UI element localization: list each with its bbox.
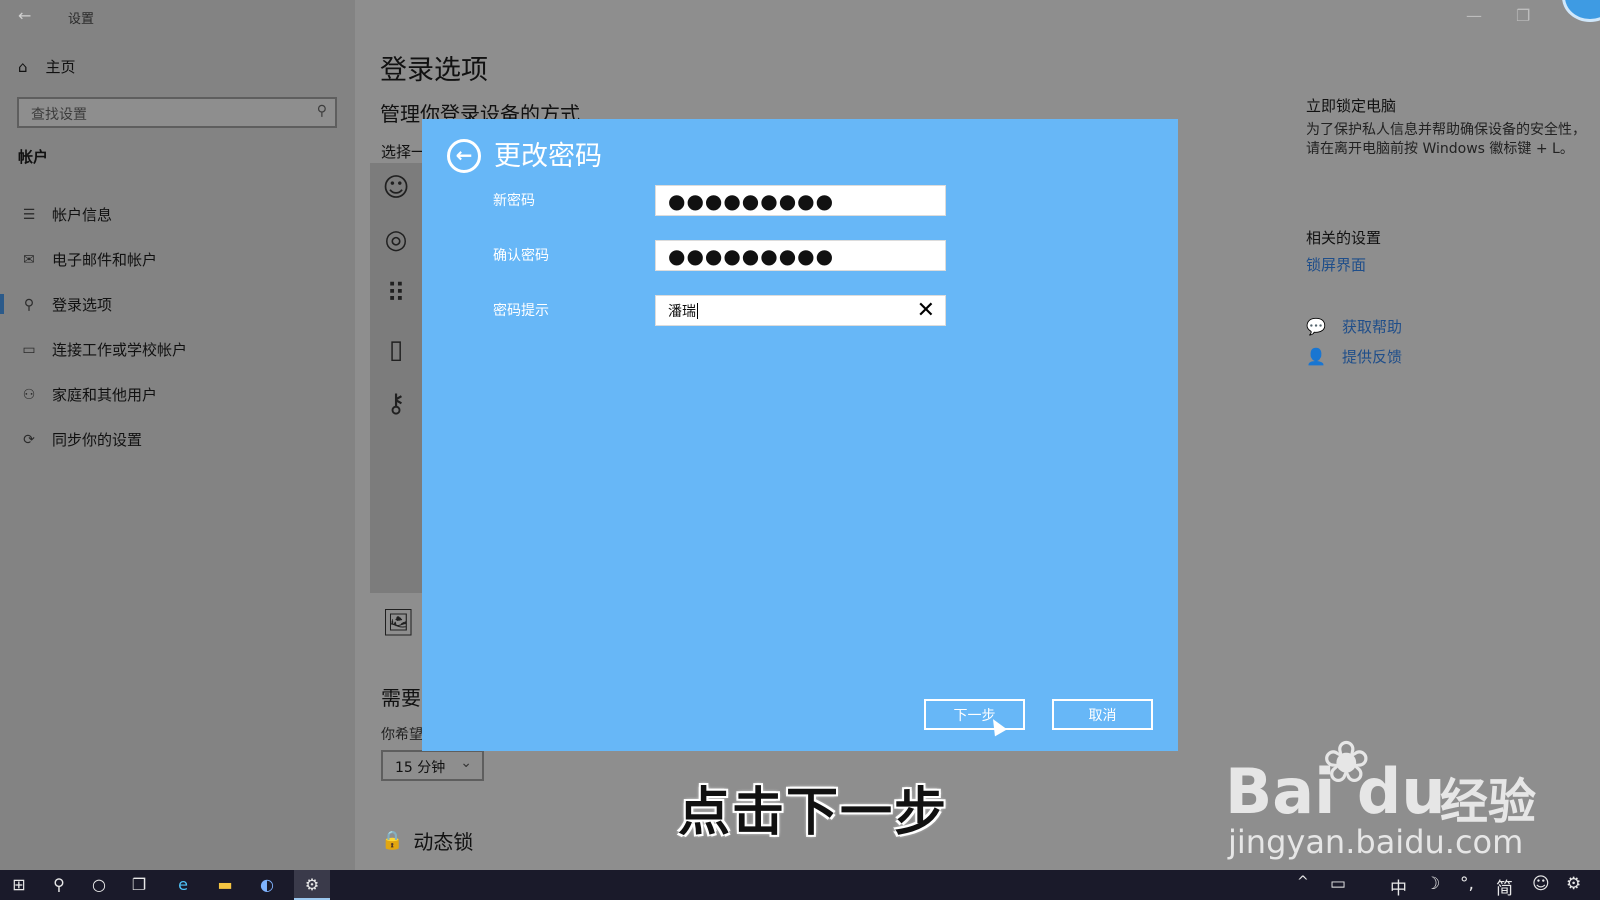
search-icon[interactable]: ⚲ xyxy=(317,103,327,119)
start-icon[interactable]: ⊞ xyxy=(4,873,34,897)
password-key-icon[interactable]: ⚷ xyxy=(370,389,422,419)
sidebar-item-email[interactable]: ✉ 电子邮件和帐户 xyxy=(0,237,355,282)
sidebar-item-sync[interactable]: ⟳ 同步你的设置 xyxy=(0,417,355,462)
clear-icon[interactable]: ✕ xyxy=(917,298,935,323)
confirm-password-label: 确认密码 xyxy=(493,248,549,264)
watermark-url: jingyan.baidu.com xyxy=(1228,823,1524,861)
ime-mode-icon[interactable]: 简 xyxy=(1496,874,1513,899)
baidu-paw-icon: ❀ xyxy=(1322,728,1371,796)
key-icon: ⚲ xyxy=(23,296,35,313)
get-help-link[interactable]: 💬 获取帮助 xyxy=(1306,316,1402,337)
new-password-field[interactable]: ●●●●●●●●● xyxy=(655,185,946,216)
search-placeholder: 查找设置 xyxy=(31,107,87,123)
edge-icon[interactable]: e xyxy=(168,873,198,897)
lockscreen-link[interactable]: 锁屏界面 xyxy=(1306,254,1366,275)
timeout-dropdown[interactable]: 15 分钟 ⌄ xyxy=(381,750,484,781)
feedback-label: 提供反馈 xyxy=(1342,348,1403,366)
tray-gear-icon[interactable]: ⚙ xyxy=(1566,874,1581,894)
dynamic-lock-heading: 🔒 动态锁 xyxy=(381,826,473,855)
dialog-title: 更改密码 xyxy=(494,141,602,172)
sidebar-item-label: 连接工作或学校帐户 xyxy=(52,341,188,359)
text-caret xyxy=(697,302,698,319)
search-icon[interactable]: ⚲ xyxy=(44,873,74,897)
sidebar-item-account-info[interactable]: ☰ 帐户信息 xyxy=(0,192,355,237)
feedback-link[interactable]: 👤 提供反馈 xyxy=(1306,346,1402,367)
back-arrow-icon[interactable]: ← xyxy=(18,6,31,25)
punctuation-icon[interactable]: °, xyxy=(1460,874,1474,894)
briefcase-icon: ▭ xyxy=(22,341,36,358)
minimize-button[interactable]: — xyxy=(1466,6,1482,25)
sidebar-item-label: 家庭和其他用户 xyxy=(52,386,158,404)
dynamic-lock-label: 动态锁 xyxy=(413,830,474,854)
page-title: 登录选项 xyxy=(380,55,488,86)
taskbar: ⊞ ⚲ ○ ❐ e ▬ ◐ ⚙ ^ ▭ 中 ☽ °, 简 ☺ ⚙ xyxy=(0,870,1600,900)
account-info-icon: ☰ xyxy=(22,206,36,223)
confirm-password-field[interactable]: ●●●●●●●●● xyxy=(655,240,946,271)
feedback-icon: 👤 xyxy=(1306,347,1326,366)
picture-password-icon[interactable]: 🖼 xyxy=(382,608,415,638)
chevron-down-icon: ⌄ xyxy=(460,755,472,771)
jingyan-watermark: 经验 xyxy=(1440,774,1537,830)
sidebar-item-label: 登录选项 xyxy=(52,296,113,314)
face-icon[interactable]: ☺ xyxy=(370,173,422,203)
sidebar-nav: ☰ 帐户信息 ✉ 电子邮件和帐户 ⚲ 登录选项 ▭ 连接工作或学校帐户 ⚇ 家庭… xyxy=(0,192,355,462)
task-view-icon[interactable]: ❐ xyxy=(124,873,154,897)
password-hint-label: 密码提示 xyxy=(493,303,549,319)
tutorial-caption: 点击下一步 xyxy=(678,783,949,843)
battery-icon[interactable]: ▭ xyxy=(1330,874,1346,894)
sidebar-home[interactable]: ⌂ 主页 xyxy=(18,56,76,77)
next-button[interactable]: 下一步 xyxy=(924,699,1025,730)
confirm-password-value: ●●●●●●●●● xyxy=(668,243,835,268)
require-signin-desc: 你希望 xyxy=(381,727,423,743)
select-label: 选择一 xyxy=(381,143,427,161)
window-title: 设置 xyxy=(68,12,95,27)
sync-icon: ⟳ xyxy=(23,431,35,448)
person-icon: ⚇ xyxy=(22,386,36,403)
mail-icon: ✉ xyxy=(23,251,35,268)
sidebar-section-title: 帐户 xyxy=(18,148,49,166)
settings-app-icon[interactable]: ⚙ xyxy=(297,873,327,897)
new-password-label: 新密码 xyxy=(493,193,535,209)
tray-chevron-icon[interactable]: ^ xyxy=(1297,874,1309,890)
related-settings-title: 相关的设置 xyxy=(1306,229,1382,247)
home-icon: ⌂ xyxy=(18,57,28,76)
lock-pc-title: 立即锁定电脑 xyxy=(1306,97,1397,115)
cancel-button[interactable]: 取消 xyxy=(1052,699,1153,730)
search-input[interactable]: 查找设置 ⚲ xyxy=(17,97,337,128)
sidebar-item-label: 电子邮件和帐户 xyxy=(52,251,158,269)
change-password-dialog: ← 更改密码 新密码 ●●●●●●●●● 确认密码 ●●●●●●●●● 密码提示… xyxy=(422,119,1178,751)
fingerprint-icon[interactable]: ◎ xyxy=(370,225,422,255)
sidebar-item-family[interactable]: ⚇ 家庭和其他用户 xyxy=(0,372,355,417)
sidebar-home-label: 主页 xyxy=(45,58,76,76)
new-password-value: ●●●●●●●●● xyxy=(668,188,835,213)
require-signin-heading: 需要 xyxy=(381,686,421,710)
emoji-icon[interactable]: ☺ xyxy=(1532,874,1550,894)
dynamic-lock-icon: 🔒 xyxy=(381,830,404,851)
sidebar-item-label: 同步你的设置 xyxy=(52,431,143,449)
dialog-back-icon[interactable]: ← xyxy=(447,139,481,173)
security-key-icon[interactable]: ▯ xyxy=(370,335,422,365)
cortana-icon[interactable]: ○ xyxy=(84,873,114,897)
restore-button[interactable]: ❐ xyxy=(1516,6,1530,25)
sign-in-options-list: ☺ ◎ ⠿ ▯ ⚷ xyxy=(370,163,422,593)
settings-sidebar: ← 设置 ⌂ 主页 查找设置 ⚲ 帐户 ☰ 帐户信息 ✉ 电子邮件和帐户 ⚲ 登… xyxy=(0,0,355,870)
sidebar-item-work-school[interactable]: ▭ 连接工作或学校帐户 xyxy=(0,327,355,372)
sidebar-item-sign-in-options[interactable]: ⚲ 登录选项 xyxy=(0,282,355,327)
browser-icon[interactable]: ◐ xyxy=(252,873,282,897)
moon-icon[interactable]: ☽ xyxy=(1425,874,1440,894)
timeout-dropdown-value: 15 分钟 xyxy=(395,760,446,776)
get-help-label: 获取帮助 xyxy=(1342,318,1403,336)
pin-icon[interactable]: ⠿ xyxy=(370,279,422,309)
lock-pc-desc: 为了保护私人信息并帮助确保设备的安全性，请在离开电脑前按 Windows 徽标键… xyxy=(1306,122,1586,157)
floating-badge xyxy=(1562,0,1600,22)
password-hint-value: 潘瑞 xyxy=(668,303,696,320)
sidebar-item-label: 帐户信息 xyxy=(52,206,113,224)
password-hint-field[interactable]: 潘瑞 ✕ xyxy=(655,295,946,326)
help-chat-icon: 💬 xyxy=(1306,317,1326,336)
ime-language-icon[interactable]: 中 xyxy=(1390,874,1407,899)
file-explorer-icon[interactable]: ▬ xyxy=(210,873,240,897)
